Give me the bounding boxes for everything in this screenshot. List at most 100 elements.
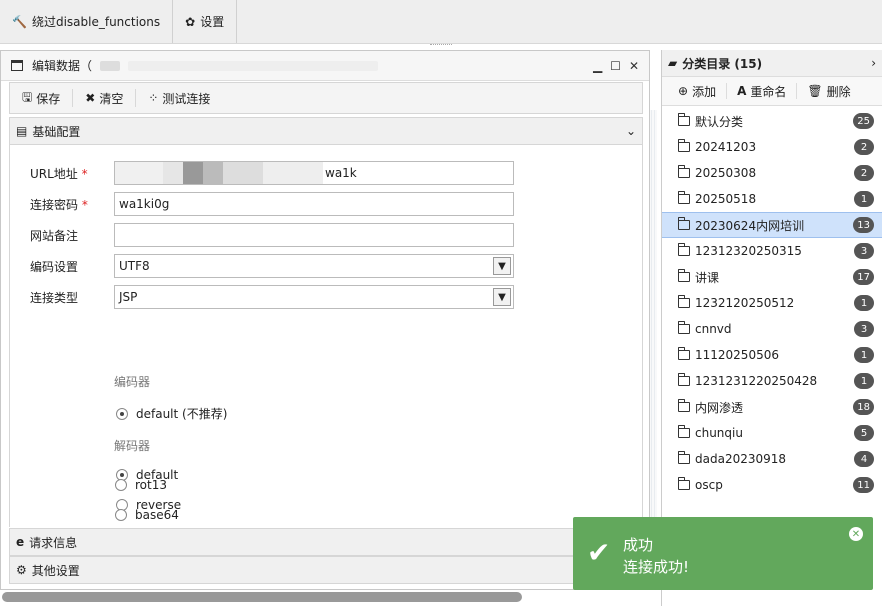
gear-icon: ✿ bbox=[185, 14, 196, 29]
count-badge: 5 bbox=[854, 425, 874, 441]
list-item[interactable]: 20241203 2 bbox=[662, 134, 882, 160]
count-badge: 3 bbox=[854, 321, 874, 337]
list-item[interactable]: 12312320250315 3 bbox=[662, 238, 882, 264]
settings-button[interactable]: ✿ 设置 bbox=[173, 0, 238, 43]
top-toolbar: 🔨 绕过disable_functions ✿ 设置 bbox=[0, 0, 882, 44]
x-icon: ✖ bbox=[85, 91, 96, 105]
clear-button[interactable]: ✖ 清空 bbox=[73, 89, 137, 107]
note-input[interactable] bbox=[114, 223, 514, 247]
redacted-title bbox=[100, 60, 121, 71]
close-icon[interactable]: ✕ bbox=[849, 527, 863, 541]
folder-icon bbox=[678, 295, 690, 308]
decoder-base64-radio[interactable]: base64 bbox=[115, 508, 179, 522]
radio-icon bbox=[115, 509, 127, 521]
encoder-default-radio[interactable]: default (不推荐) bbox=[116, 405, 227, 422]
list-item-selected[interactable]: 20230624内网培训 13 bbox=[662, 212, 882, 238]
toast-message: 连接成功! bbox=[623, 558, 690, 576]
minimize-icon[interactable]: ▁ bbox=[593, 59, 602, 73]
count-badge: 17 bbox=[853, 269, 874, 285]
count-badge: 25 bbox=[853, 113, 874, 129]
count-badge: 4 bbox=[854, 451, 874, 467]
hammer-icon: 🔨 bbox=[12, 14, 27, 29]
list-item[interactable]: 20250518 1 bbox=[662, 186, 882, 212]
folder-icon bbox=[678, 373, 690, 386]
count-badge: 1 bbox=[854, 191, 874, 207]
list-item[interactable]: chunqiu 5 bbox=[662, 420, 882, 446]
connection-type-select[interactable]: JSP ▼ bbox=[114, 285, 514, 309]
section-request-info[interactable]: e 请求信息 bbox=[9, 528, 643, 556]
list-item[interactable]: 内网渗透 18 bbox=[662, 394, 882, 420]
gears-icon: ⚙ bbox=[16, 563, 27, 577]
edit-data-window: 编辑数据（ ▁ ☐ ✕ 🖫 保存 ✖ 清空 ⁘ 测试连接 ▤ 基础配置 ⌄ UR… bbox=[0, 50, 650, 590]
count-badge: 13 bbox=[853, 217, 874, 233]
section-other-settings[interactable]: ⚙ 其他设置 bbox=[9, 556, 643, 584]
folder-icon bbox=[678, 191, 690, 204]
section-basic-config[interactable]: ▤ 基础配置 ⌄ bbox=[9, 117, 643, 145]
list-item[interactable]: cnnvd 3 bbox=[662, 316, 882, 342]
resize-grip[interactable] bbox=[430, 44, 452, 47]
test-connection-button[interactable]: ⁘ 测试连接 bbox=[136, 89, 222, 107]
decoder-rot13-radio[interactable]: rot13 bbox=[115, 478, 167, 492]
list-item[interactable]: 默认分类 25 bbox=[662, 108, 882, 134]
rename-category-button[interactable]: A 重命名 bbox=[727, 83, 798, 99]
radio-checked-icon bbox=[116, 407, 128, 420]
basic-config-form: URL地址 * wa1k 连接密码 * wa1ki0g 网站备注 编码设置 UT… bbox=[9, 143, 643, 527]
folder-icon bbox=[678, 477, 690, 490]
folder-icon bbox=[678, 321, 690, 334]
count-badge: 11 bbox=[853, 477, 874, 493]
encoder-group-label: 编码器 bbox=[114, 375, 151, 389]
ie-icon: e bbox=[16, 535, 25, 549]
window-title: 编辑数据（ bbox=[32, 59, 93, 73]
url-input[interactable]: wa1k bbox=[114, 161, 514, 185]
list-item[interactable]: 20250308 2 bbox=[662, 160, 882, 186]
folder-icon bbox=[678, 217, 690, 230]
editor-toolbar: 🖫 保存 ✖ 清空 ⁘ 测试连接 bbox=[9, 82, 643, 114]
spinner-icon: ⁘ bbox=[148, 91, 159, 105]
password-row: 连接密码 * wa1ki0g bbox=[30, 192, 514, 216]
connection-type-row: 连接类型 JSP ▼ bbox=[30, 285, 514, 309]
count-badge: 3 bbox=[854, 243, 874, 259]
radio-icon bbox=[115, 479, 127, 491]
chevron-down-icon: ⌄ bbox=[625, 124, 636, 138]
folder-icon bbox=[678, 451, 690, 464]
checkmark-icon: ✔ bbox=[587, 536, 611, 569]
count-badge: 1 bbox=[854, 295, 874, 311]
font-icon: A bbox=[737, 84, 747, 98]
category-list: 默认分类 25 20241203 2 20250308 2 20250518 1 202… bbox=[662, 108, 882, 498]
list-item[interactable]: oscp 11 bbox=[662, 472, 882, 498]
add-category-button[interactable]: ⊕ 添加 bbox=[668, 83, 728, 99]
category-header[interactable]: ▰ 分类目录 (15) › bbox=[662, 50, 882, 77]
toast-title: 成功 bbox=[623, 536, 654, 554]
folder-icon bbox=[678, 347, 690, 360]
count-badge: 2 bbox=[854, 139, 874, 155]
list-item[interactable]: 1231231220250428 1 bbox=[662, 368, 882, 394]
category-toolbar: ⊕ 添加 A 重命名 🗑 删除 bbox=[662, 77, 882, 106]
close-icon[interactable]: ✕ bbox=[629, 59, 639, 73]
encoding-select[interactable]: UTF8 ▼ bbox=[114, 254, 514, 278]
list-item[interactable]: 1232120250512 1 bbox=[662, 290, 882, 316]
count-badge: 1 bbox=[854, 373, 874, 389]
save-button[interactable]: 🖫 保存 bbox=[10, 89, 74, 107]
delete-category-button[interactable]: 🗑 删除 bbox=[797, 83, 860, 99]
list-item[interactable]: 讲课 17 bbox=[662, 264, 882, 290]
chevron-down-icon: ▼ bbox=[493, 257, 511, 275]
count-badge: 1 bbox=[854, 347, 874, 363]
save-icon: 🖫 bbox=[22, 89, 33, 104]
document-icon: ▤ bbox=[16, 124, 28, 138]
redacted-title-2 bbox=[128, 60, 379, 71]
list-item[interactable]: 11120250506 1 bbox=[662, 342, 882, 368]
maximize-icon[interactable]: ☐ bbox=[610, 59, 621, 73]
list-item[interactable]: dada20230918 4 bbox=[662, 446, 882, 472]
decoder-group-label: 解码器 bbox=[114, 439, 151, 453]
encoding-row: 编码设置 UTF8 ▼ bbox=[30, 254, 514, 278]
chevron-right-icon: › bbox=[871, 56, 876, 70]
plus-circle-icon: ⊕ bbox=[678, 84, 689, 98]
trash-icon: 🗑 bbox=[807, 84, 823, 98]
password-input[interactable]: wa1ki0g bbox=[114, 192, 514, 216]
horizontal-scrollbar[interactable] bbox=[2, 592, 522, 602]
folder-icon bbox=[678, 269, 690, 282]
bypass-disable-functions-button[interactable]: 🔨 绕过disable_functions bbox=[0, 0, 174, 43]
success-toast[interactable]: ✔ 成功 连接成功! ✕ bbox=[573, 517, 873, 590]
folder-icon bbox=[678, 113, 690, 126]
window-titlebar[interactable]: 编辑数据（ ▁ ☐ ✕ bbox=[1, 51, 649, 81]
